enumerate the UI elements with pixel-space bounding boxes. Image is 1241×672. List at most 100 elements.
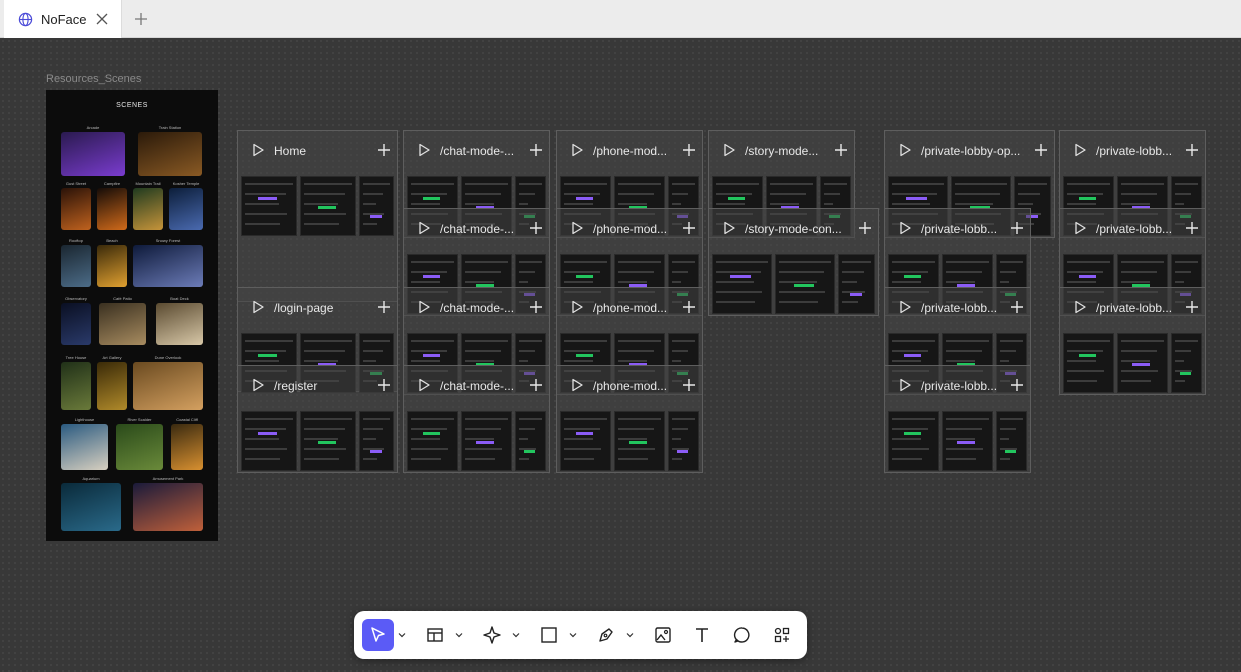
add-screen-plus-icon[interactable] — [858, 221, 872, 235]
play-icon[interactable] — [898, 221, 912, 235]
screen-thumbnail[interactable] — [359, 411, 394, 471]
play-icon[interactable] — [251, 143, 265, 157]
screen-thumbnail[interactable] — [838, 254, 875, 314]
screen-thumbnail[interactable] — [359, 176, 394, 236]
comment-tool-button[interactable] — [726, 619, 758, 651]
chevron-down-icon[interactable] — [512, 631, 520, 639]
flow-frame-title[interactable]: /phone-mod... — [593, 379, 680, 393]
screen-thumbnail[interactable] — [241, 176, 298, 236]
scene-thumbnail[interactable] — [61, 132, 125, 176]
flow-frame-title[interactable]: /phone-mod... — [593, 222, 680, 236]
add-screen-plus-icon[interactable] — [529, 221, 543, 235]
add-screen-plus-icon[interactable] — [529, 300, 543, 314]
play-icon[interactable] — [570, 300, 584, 314]
screen-thumbnail[interactable] — [775, 254, 836, 314]
scene-thumbnail[interactable] — [61, 303, 91, 345]
flow-frame-title[interactable]: /private-lobb... — [921, 301, 1008, 315]
screen-thumbnail[interactable] — [1063, 333, 1114, 393]
add-screen-plus-icon[interactable] — [1010, 221, 1024, 235]
play-icon[interactable] — [570, 378, 584, 392]
plugins-tool-button[interactable] — [766, 619, 798, 651]
play-icon[interactable] — [1073, 221, 1087, 235]
add-screen-plus-icon[interactable] — [1185, 300, 1199, 314]
add-screen-plus-icon[interactable] — [1185, 221, 1199, 235]
flow-frame-title[interactable]: /chat-mode-... — [440, 144, 527, 158]
add-screen-plus-icon[interactable] — [529, 143, 543, 157]
select-tool-button[interactable] — [362, 619, 394, 651]
chevron-down-icon[interactable] — [569, 631, 577, 639]
play-icon[interactable] — [722, 221, 736, 235]
add-screen-plus-icon[interactable] — [529, 378, 543, 392]
flow-frame-title[interactable]: /register — [274, 379, 375, 393]
text-tool-button[interactable] — [686, 619, 718, 651]
scene-thumbnail[interactable] — [61, 362, 91, 410]
add-screen-plus-icon[interactable] — [377, 300, 391, 314]
flow-frame[interactable]: /story-mode-con... — [708, 208, 879, 316]
play-icon[interactable] — [417, 378, 431, 392]
scene-thumbnail[interactable] — [116, 424, 163, 470]
flow-frame-title[interactable]: /story-mode-con... — [745, 222, 856, 236]
flow-frame-title[interactable]: /private-lobb... — [1096, 301, 1183, 315]
flow-frame-title[interactable]: /chat-mode-... — [440, 379, 527, 393]
scene-thumbnail[interactable] — [99, 303, 146, 345]
scene-thumbnail[interactable] — [97, 188, 127, 230]
screen-thumbnail[interactable] — [514, 411, 546, 471]
screen-thumbnail[interactable] — [888, 411, 939, 471]
screen-thumbnail[interactable] — [712, 254, 773, 314]
close-icon[interactable] — [95, 12, 109, 26]
flow-frame[interactable]: /chat-mode-... — [403, 365, 550, 473]
flow-frame[interactable]: /private-lobb... — [1059, 287, 1206, 395]
play-icon[interactable] — [1073, 300, 1087, 314]
add-screen-plus-icon[interactable] — [1010, 378, 1024, 392]
flow-frame-title[interactable]: /phone-mod... — [593, 144, 680, 158]
scene-thumbnail[interactable] — [169, 188, 203, 230]
design-canvas[interactable]: Resources_Scenes SCENES Arcade Train Stat… — [0, 38, 1241, 672]
play-icon[interactable] — [251, 378, 265, 392]
chevron-down-icon[interactable] — [455, 631, 463, 639]
flow-frame[interactable]: /private-lobb... — [884, 365, 1031, 473]
flow-frame-title[interactable]: /chat-mode-... — [440, 301, 527, 315]
play-icon[interactable] — [898, 300, 912, 314]
scene-thumbnail[interactable] — [133, 362, 203, 410]
play-icon[interactable] — [251, 300, 265, 314]
play-icon[interactable] — [898, 378, 912, 392]
screen-thumbnail[interactable] — [300, 411, 357, 471]
resource-board-scenes[interactable]: SCENES Arcade Train Station Gust Street Cam… — [46, 90, 218, 541]
chevron-down-icon[interactable] — [626, 631, 634, 639]
rectangle-tool-button[interactable] — [533, 619, 565, 651]
add-screen-plus-icon[interactable] — [1185, 143, 1199, 157]
screen-thumbnail[interactable] — [1170, 333, 1202, 393]
scene-thumbnail[interactable] — [133, 483, 203, 531]
play-icon[interactable] — [570, 143, 584, 157]
flow-frame[interactable]: /register — [237, 365, 398, 473]
new-tab-plus-icon[interactable] — [133, 11, 149, 27]
scene-thumbnail[interactable] — [156, 303, 203, 345]
screen-thumbnail[interactable] — [300, 176, 357, 236]
pen-tool-button[interactable] — [590, 619, 622, 651]
component-tool-button[interactable] — [476, 619, 508, 651]
play-icon[interactable] — [417, 143, 431, 157]
chevron-down-icon[interactable] — [398, 631, 406, 639]
play-icon[interactable] — [722, 143, 736, 157]
flow-frame-title[interactable]: /phone-mod... — [593, 301, 680, 315]
flow-frame-title[interactable]: /login-page — [274, 301, 375, 315]
scene-thumbnail[interactable] — [171, 424, 203, 470]
screen-thumbnail[interactable] — [667, 411, 699, 471]
screen-thumbnail[interactable] — [995, 411, 1027, 471]
scene-thumbnail[interactable] — [61, 245, 91, 287]
scene-thumbnail[interactable] — [97, 362, 127, 410]
scene-thumbnail[interactable] — [61, 424, 108, 470]
screen-thumbnail[interactable] — [560, 411, 611, 471]
flow-frame-title[interactable]: /chat-mode-... — [440, 222, 527, 236]
flow-frame[interactable]: /phone-mod... — [556, 365, 703, 473]
flow-frame-title[interactable]: Home — [274, 144, 375, 158]
play-icon[interactable] — [417, 221, 431, 235]
screen-thumbnail[interactable] — [241, 411, 298, 471]
screen-thumbnail[interactable] — [407, 411, 458, 471]
flow-frame-title[interactable]: /private-lobb... — [1096, 222, 1183, 236]
screen-thumbnail[interactable] — [460, 411, 512, 471]
flow-frame-title[interactable]: /story-mode... — [745, 144, 832, 158]
add-screen-plus-icon[interactable] — [682, 221, 696, 235]
add-screen-plus-icon[interactable] — [834, 143, 848, 157]
flow-frame-title[interactable]: /private-lobby-op... — [921, 144, 1032, 158]
